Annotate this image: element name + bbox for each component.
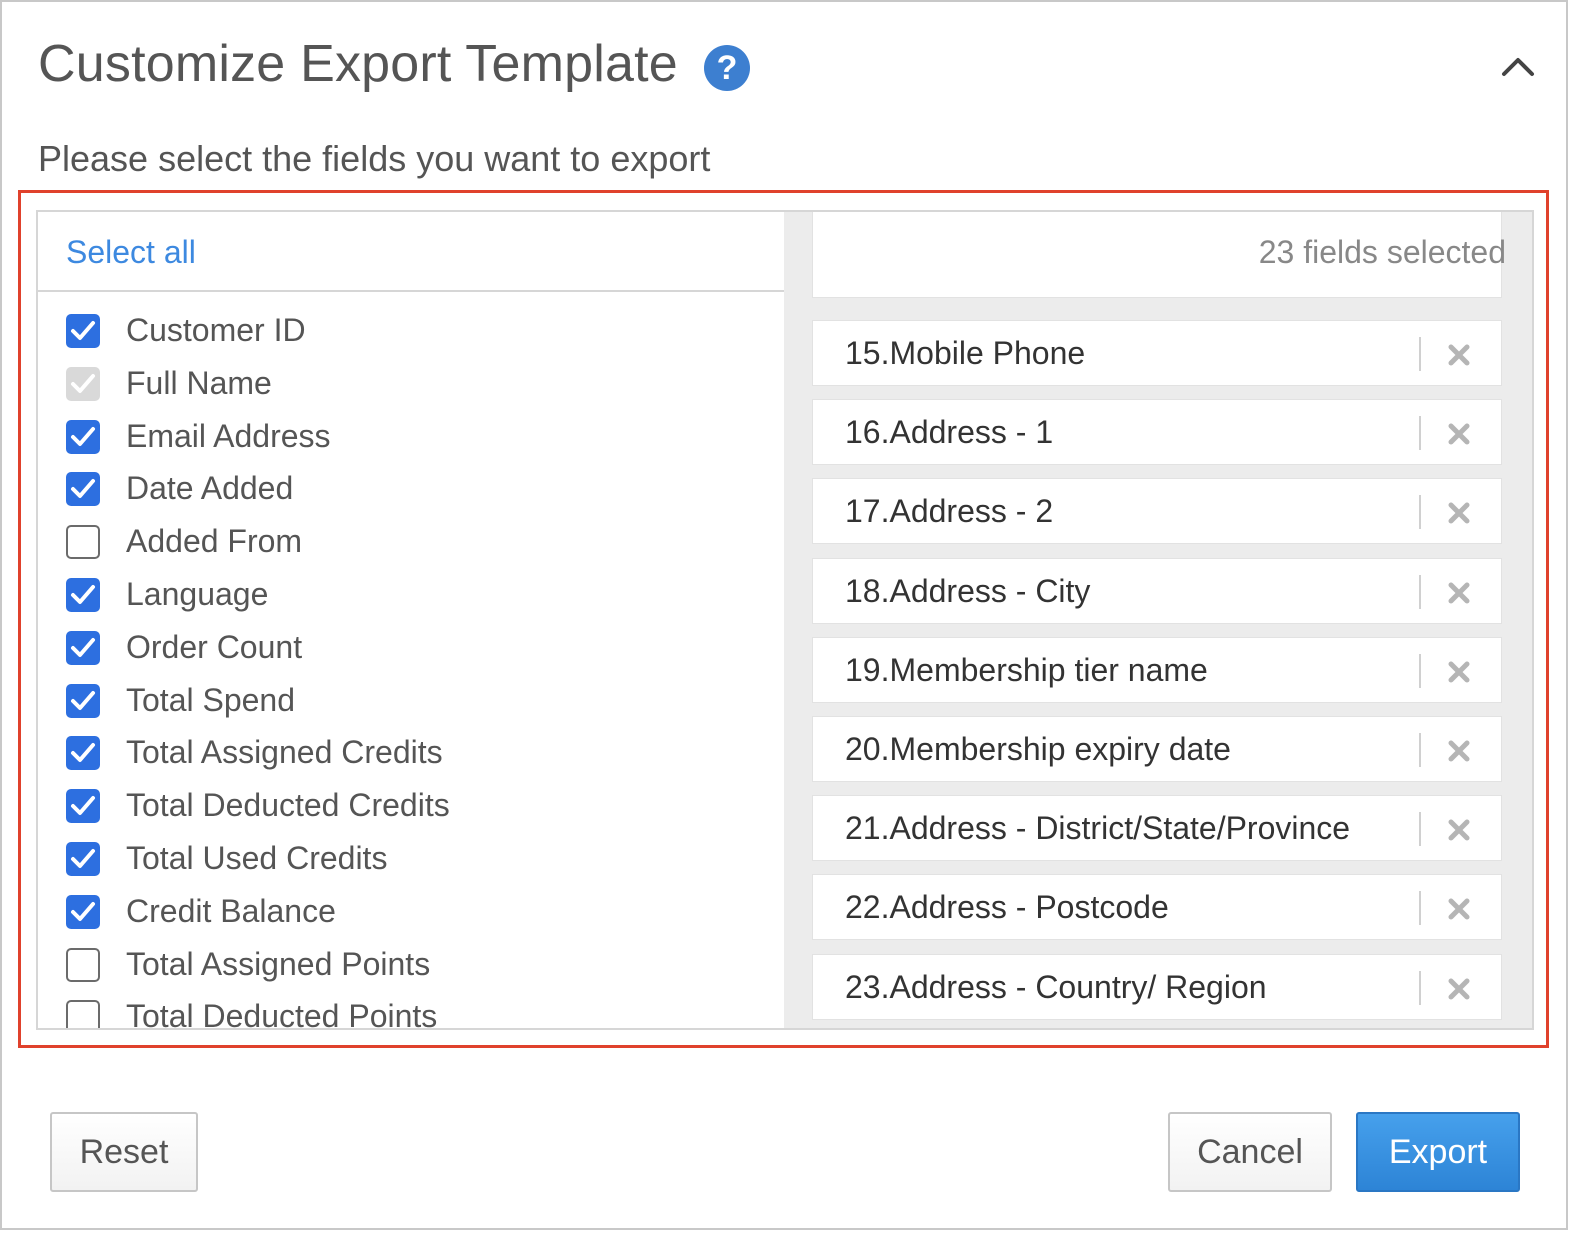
selected-field-label: 15.Mobile Phone bbox=[845, 335, 1086, 371]
item-divider bbox=[1419, 653, 1421, 688]
field-checkbox[interactable] bbox=[66, 525, 100, 560]
field-option[interactable]: Total Spend bbox=[38, 682, 784, 735]
field-checkbox[interactable] bbox=[66, 630, 100, 665]
field-checkbox[interactable] bbox=[66, 314, 100, 348]
item-divider bbox=[1419, 891, 1421, 926]
selected-field-label: 17.Address - 2 bbox=[845, 493, 1054, 530]
close-icon[interactable] bbox=[1445, 895, 1473, 923]
field-option-label: Total Deducted Points bbox=[126, 998, 438, 1030]
close-icon[interactable] bbox=[1445, 658, 1473, 686]
dialog-subtitle: Please select the fields you want to exp… bbox=[38, 138, 711, 179]
field-option[interactable]: Customer ID bbox=[38, 312, 784, 365]
field-option-label: Full Name bbox=[126, 364, 272, 401]
available-fields-panel: Select all Customer ID Full Name Email Add… bbox=[36, 210, 786, 1030]
selected-field-label: 16.Address - 1 bbox=[845, 414, 1054, 451]
close-icon[interactable] bbox=[1445, 579, 1473, 607]
field-checkbox[interactable] bbox=[66, 841, 100, 876]
dialog-title: Customize Export Template bbox=[38, 35, 678, 93]
field-option-label: Total Used Credits bbox=[126, 839, 388, 876]
selected-field-item[interactable]: 17.Address - 2 bbox=[812, 478, 1502, 545]
selected-field-label: 21.Address - District/State/Province bbox=[845, 810, 1351, 847]
item-divider bbox=[1419, 495, 1421, 530]
available-fields-header: Select all bbox=[38, 212, 784, 292]
item-divider bbox=[1419, 574, 1421, 609]
close-icon[interactable] bbox=[1445, 737, 1473, 765]
field-option[interactable]: Total Deducted Points bbox=[38, 998, 784, 1030]
reset-button[interactable]: Reset bbox=[50, 1112, 198, 1192]
select-all-link[interactable]: Select all bbox=[66, 234, 196, 271]
field-checkbox[interactable] bbox=[66, 1000, 100, 1028]
export-button[interactable]: Export bbox=[1356, 1112, 1520, 1192]
field-option-label: Email Address bbox=[126, 417, 331, 454]
field-option[interactable]: Total Deducted Credits bbox=[38, 787, 784, 840]
field-option-label: Order Count bbox=[126, 628, 303, 665]
item-divider bbox=[1419, 970, 1421, 1005]
field-option[interactable]: Added From bbox=[38, 523, 784, 576]
field-option-label: Added From bbox=[126, 523, 303, 560]
field-option[interactable]: Date Added bbox=[38, 470, 784, 523]
selected-field-item[interactable]: 23.Address - Country/ Region bbox=[812, 953, 1502, 1020]
field-option[interactable]: Order Count bbox=[38, 629, 784, 682]
field-option[interactable]: Credit Balance bbox=[38, 893, 784, 946]
item-divider bbox=[1419, 733, 1421, 767]
field-checkbox[interactable] bbox=[66, 789, 100, 824]
selected-field-label: 18.Address - City bbox=[845, 572, 1091, 609]
selected-field-item[interactable]: 18.Address - City bbox=[812, 557, 1502, 624]
field-option[interactable]: Total Used Credits bbox=[38, 840, 784, 893]
close-icon[interactable] bbox=[1445, 975, 1473, 1003]
available-fields-list: Customer ID Full Name Email Address Date Ad… bbox=[38, 312, 784, 1030]
field-option-label: Customer ID bbox=[126, 312, 306, 348]
field-option[interactable]: Full Name bbox=[38, 365, 784, 418]
field-option-label: Total Deducted Credits bbox=[126, 787, 450, 824]
field-option-label: Language bbox=[126, 575, 269, 612]
selected-field-label: 19.Membership tier name bbox=[845, 651, 1208, 688]
item-divider bbox=[1419, 337, 1421, 371]
selected-field-item[interactable]: 21.Address - District/State/Province bbox=[812, 795, 1502, 862]
field-option-label: Credit Balance bbox=[126, 892, 336, 929]
close-icon[interactable] bbox=[1445, 499, 1473, 527]
field-checkbox[interactable] bbox=[66, 683, 100, 718]
field-option-label: Date Added bbox=[126, 470, 294, 507]
field-option[interactable]: Language bbox=[38, 576, 784, 629]
field-checkbox[interactable] bbox=[66, 894, 100, 929]
close-icon[interactable] bbox=[1445, 420, 1473, 448]
selected-fields-panel: 23 fields selected 15.Mobile Phone 16.Add… bbox=[784, 210, 1534, 1030]
selected-field-label: 22.Address - Postcode bbox=[845, 889, 1169, 926]
field-checkbox[interactable] bbox=[66, 947, 100, 982]
item-divider bbox=[1419, 416, 1421, 451]
close-icon[interactable] bbox=[1445, 816, 1473, 844]
selected-field-label: 20.Membership expiry date bbox=[845, 731, 1231, 767]
field-checkbox[interactable] bbox=[66, 577, 100, 612]
close-icon[interactable] bbox=[1445, 341, 1473, 369]
field-option[interactable]: Email Address bbox=[38, 418, 784, 471]
selected-field-label: 23.Address - Country/ Region bbox=[845, 968, 1267, 1005]
field-checkbox[interactable] bbox=[66, 472, 100, 507]
field-checkbox bbox=[66, 366, 100, 401]
field-option[interactable]: Total Assigned Points bbox=[38, 946, 784, 999]
selected-field-item[interactable]: 20.Membership expiry date bbox=[812, 716, 1502, 782]
field-checkbox[interactable] bbox=[66, 419, 100, 454]
selected-field-item[interactable]: 22.Address - Postcode bbox=[812, 874, 1502, 941]
field-option-label: Total Assigned Points bbox=[126, 945, 431, 982]
cancel-button[interactable]: Cancel bbox=[1168, 1112, 1332, 1192]
chevron-up-icon[interactable] bbox=[1500, 50, 1536, 80]
field-option[interactable]: Total Assigned Credits bbox=[38, 734, 784, 787]
selected-field-item[interactable]: 19.Membership tier name bbox=[812, 636, 1502, 703]
selected-field-item[interactable]: 15.Mobile Phone bbox=[812, 320, 1502, 386]
fields-selected-count: 23 fields selected bbox=[1258, 234, 1506, 270]
selected-field-item[interactable]: 16.Address - 1 bbox=[812, 399, 1502, 466]
item-divider bbox=[1419, 812, 1421, 847]
field-option-label: Total Spend bbox=[126, 681, 296, 718]
field-checkbox[interactable] bbox=[66, 736, 100, 771]
question-circle-icon[interactable]: ? bbox=[704, 45, 750, 91]
field-option-label: Total Assigned Credits bbox=[126, 734, 443, 771]
